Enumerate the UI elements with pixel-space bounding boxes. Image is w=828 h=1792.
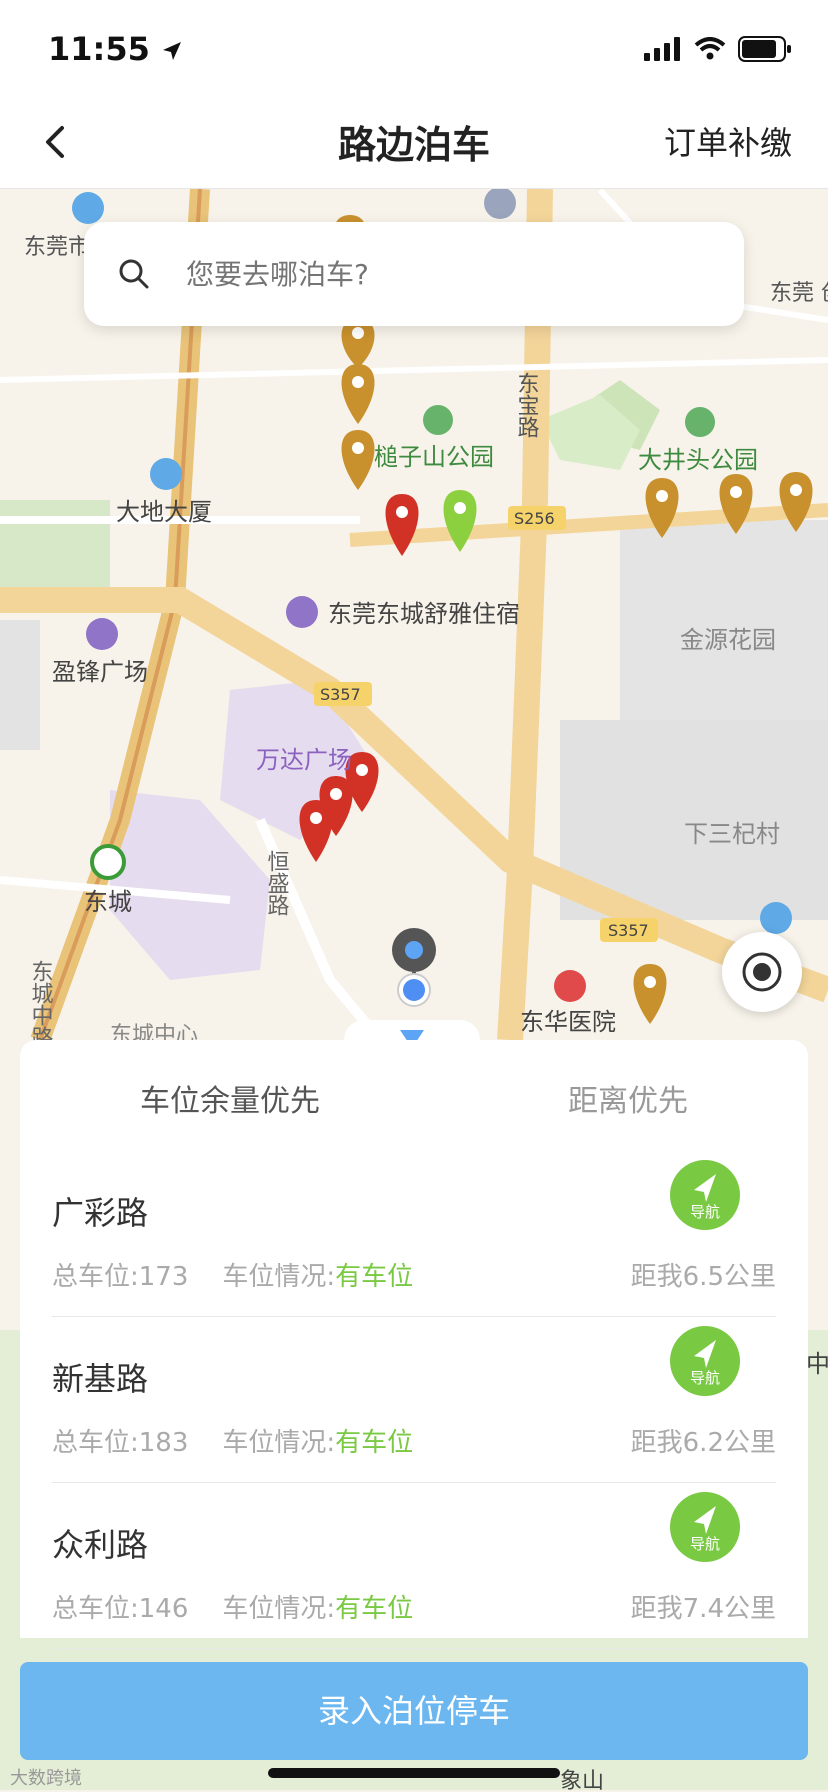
street-name: 众利路 <box>52 1526 149 1564</box>
locate-me-button[interactable] <box>722 932 802 1012</box>
map-label: 盈锋广场 <box>52 658 148 686</box>
list-item[interactable]: 新基路 总车位:183 车位情况:有车位 导航 距我6.2公里 <box>52 1316 776 1483</box>
map-label: 东城 <box>84 888 132 916</box>
tab-distance[interactable]: 距离优先 <box>568 1076 688 1120</box>
list-item[interactable]: 广彩路 总车位:173 车位情况:有车位 导航 距我6.5公里 <box>52 1150 776 1317</box>
map-label: 东莞东城舒雅住宿 <box>328 600 520 628</box>
parking-pin-gold[interactable] <box>341 364 375 424</box>
watermark: 大数跨境 <box>10 1768 82 1789</box>
distance-text: 距我6.5公里 <box>630 1262 776 1292</box>
parking-pin-red[interactable] <box>299 800 333 862</box>
search-bar[interactable] <box>84 222 744 326</box>
location-arrow-icon <box>163 42 181 60</box>
status-bar: 11:55 <box>0 0 828 96</box>
poi-metro-icon <box>90 844 126 880</box>
list-item[interactable]: 众利路 总车位:146 车位情况:有车位 导航 距我7.4公里 <box>52 1482 776 1649</box>
user-location-marker <box>392 928 436 1007</box>
street-name: 新基路 <box>52 1360 149 1398</box>
enter-berth-parking-button[interactable]: 录入泊位停车 <box>20 1662 808 1760</box>
spaces-info: 总车位:183 车位情况:有车位 <box>52 1428 414 1458</box>
tab-remaining-spaces[interactable]: 车位余量优先 <box>140 1076 320 1120</box>
order-payment-link[interactable]: 订单补缴 <box>664 118 792 164</box>
cellular-signal-icon <box>644 37 680 61</box>
poi-building-icon <box>72 192 104 224</box>
street-name: 广彩路 <box>52 1194 149 1232</box>
poi-park-icon <box>423 405 453 435</box>
spaces-info: 总车位:173 车位情况:有车位 <box>52 1262 414 1292</box>
distance-text: 距我7.4公里 <box>630 1594 776 1624</box>
wifi-icon <box>694 37 726 60</box>
distance-text: 距我6.2公里 <box>630 1428 776 1458</box>
search-icon <box>119 259 149 289</box>
poi-hotel-icon <box>286 596 318 628</box>
map-label: 恒盛路 <box>264 850 290 916</box>
target-icon <box>742 952 782 992</box>
navigate-button[interactable]: 导航 <box>670 1160 740 1230</box>
map-road-tag: S357 <box>320 685 361 704</box>
map-label: 大井头公园 <box>638 446 758 474</box>
map-label: 中 <box>806 1350 828 1378</box>
parking-pin-green[interactable] <box>443 490 477 552</box>
poi-park-icon <box>685 407 715 437</box>
map-label: 大地大厦 <box>116 498 212 526</box>
map-road-tag: S357 <box>608 921 649 940</box>
status-time: 11:55 <box>48 30 183 68</box>
poi-building-icon <box>760 902 792 934</box>
map-label: 东华医院 <box>520 1008 616 1036</box>
map-label: 金源花园 <box>680 626 776 654</box>
parking-pin-gold[interactable] <box>633 964 667 1024</box>
parking-list-panel: 车位余量优先 距离优先 广彩路 总车位:173 车位情况:有车位 导航 距我6.5… <box>20 1040 808 1649</box>
map-label: 东莞 创意 <box>770 281 828 306</box>
map-label: 象山 <box>560 1769 604 1792</box>
navigate-button[interactable]: 导航 <box>670 1492 740 1562</box>
map-label: 槌子山公园 <box>374 443 494 471</box>
poi-building-icon <box>150 458 182 490</box>
parking-pin-red[interactable] <box>385 494 419 556</box>
nav-bar: 路边泊车 订单补缴 <box>0 96 828 189</box>
home-indicator[interactable] <box>268 1768 560 1778</box>
poi-star-icon <box>484 189 516 219</box>
search-input[interactable] <box>184 248 708 300</box>
poi-hospital-icon <box>554 970 586 1002</box>
battery-icon <box>738 36 791 62</box>
navigate-button[interactable]: 导航 <box>670 1326 740 1396</box>
parking-pin-gold[interactable] <box>341 430 375 490</box>
map-road-tag: S256 <box>514 509 555 528</box>
map-label: 下三杞村 <box>684 820 780 848</box>
poi-shopping-icon <box>86 618 118 650</box>
map-label: 东宝路 <box>514 372 540 438</box>
map-label: 东城中路 <box>28 960 54 1048</box>
spaces-info: 总车位:146 车位情况:有车位 <box>52 1594 414 1624</box>
status-icons <box>644 36 792 62</box>
map-label: 万达广场 <box>256 746 352 774</box>
